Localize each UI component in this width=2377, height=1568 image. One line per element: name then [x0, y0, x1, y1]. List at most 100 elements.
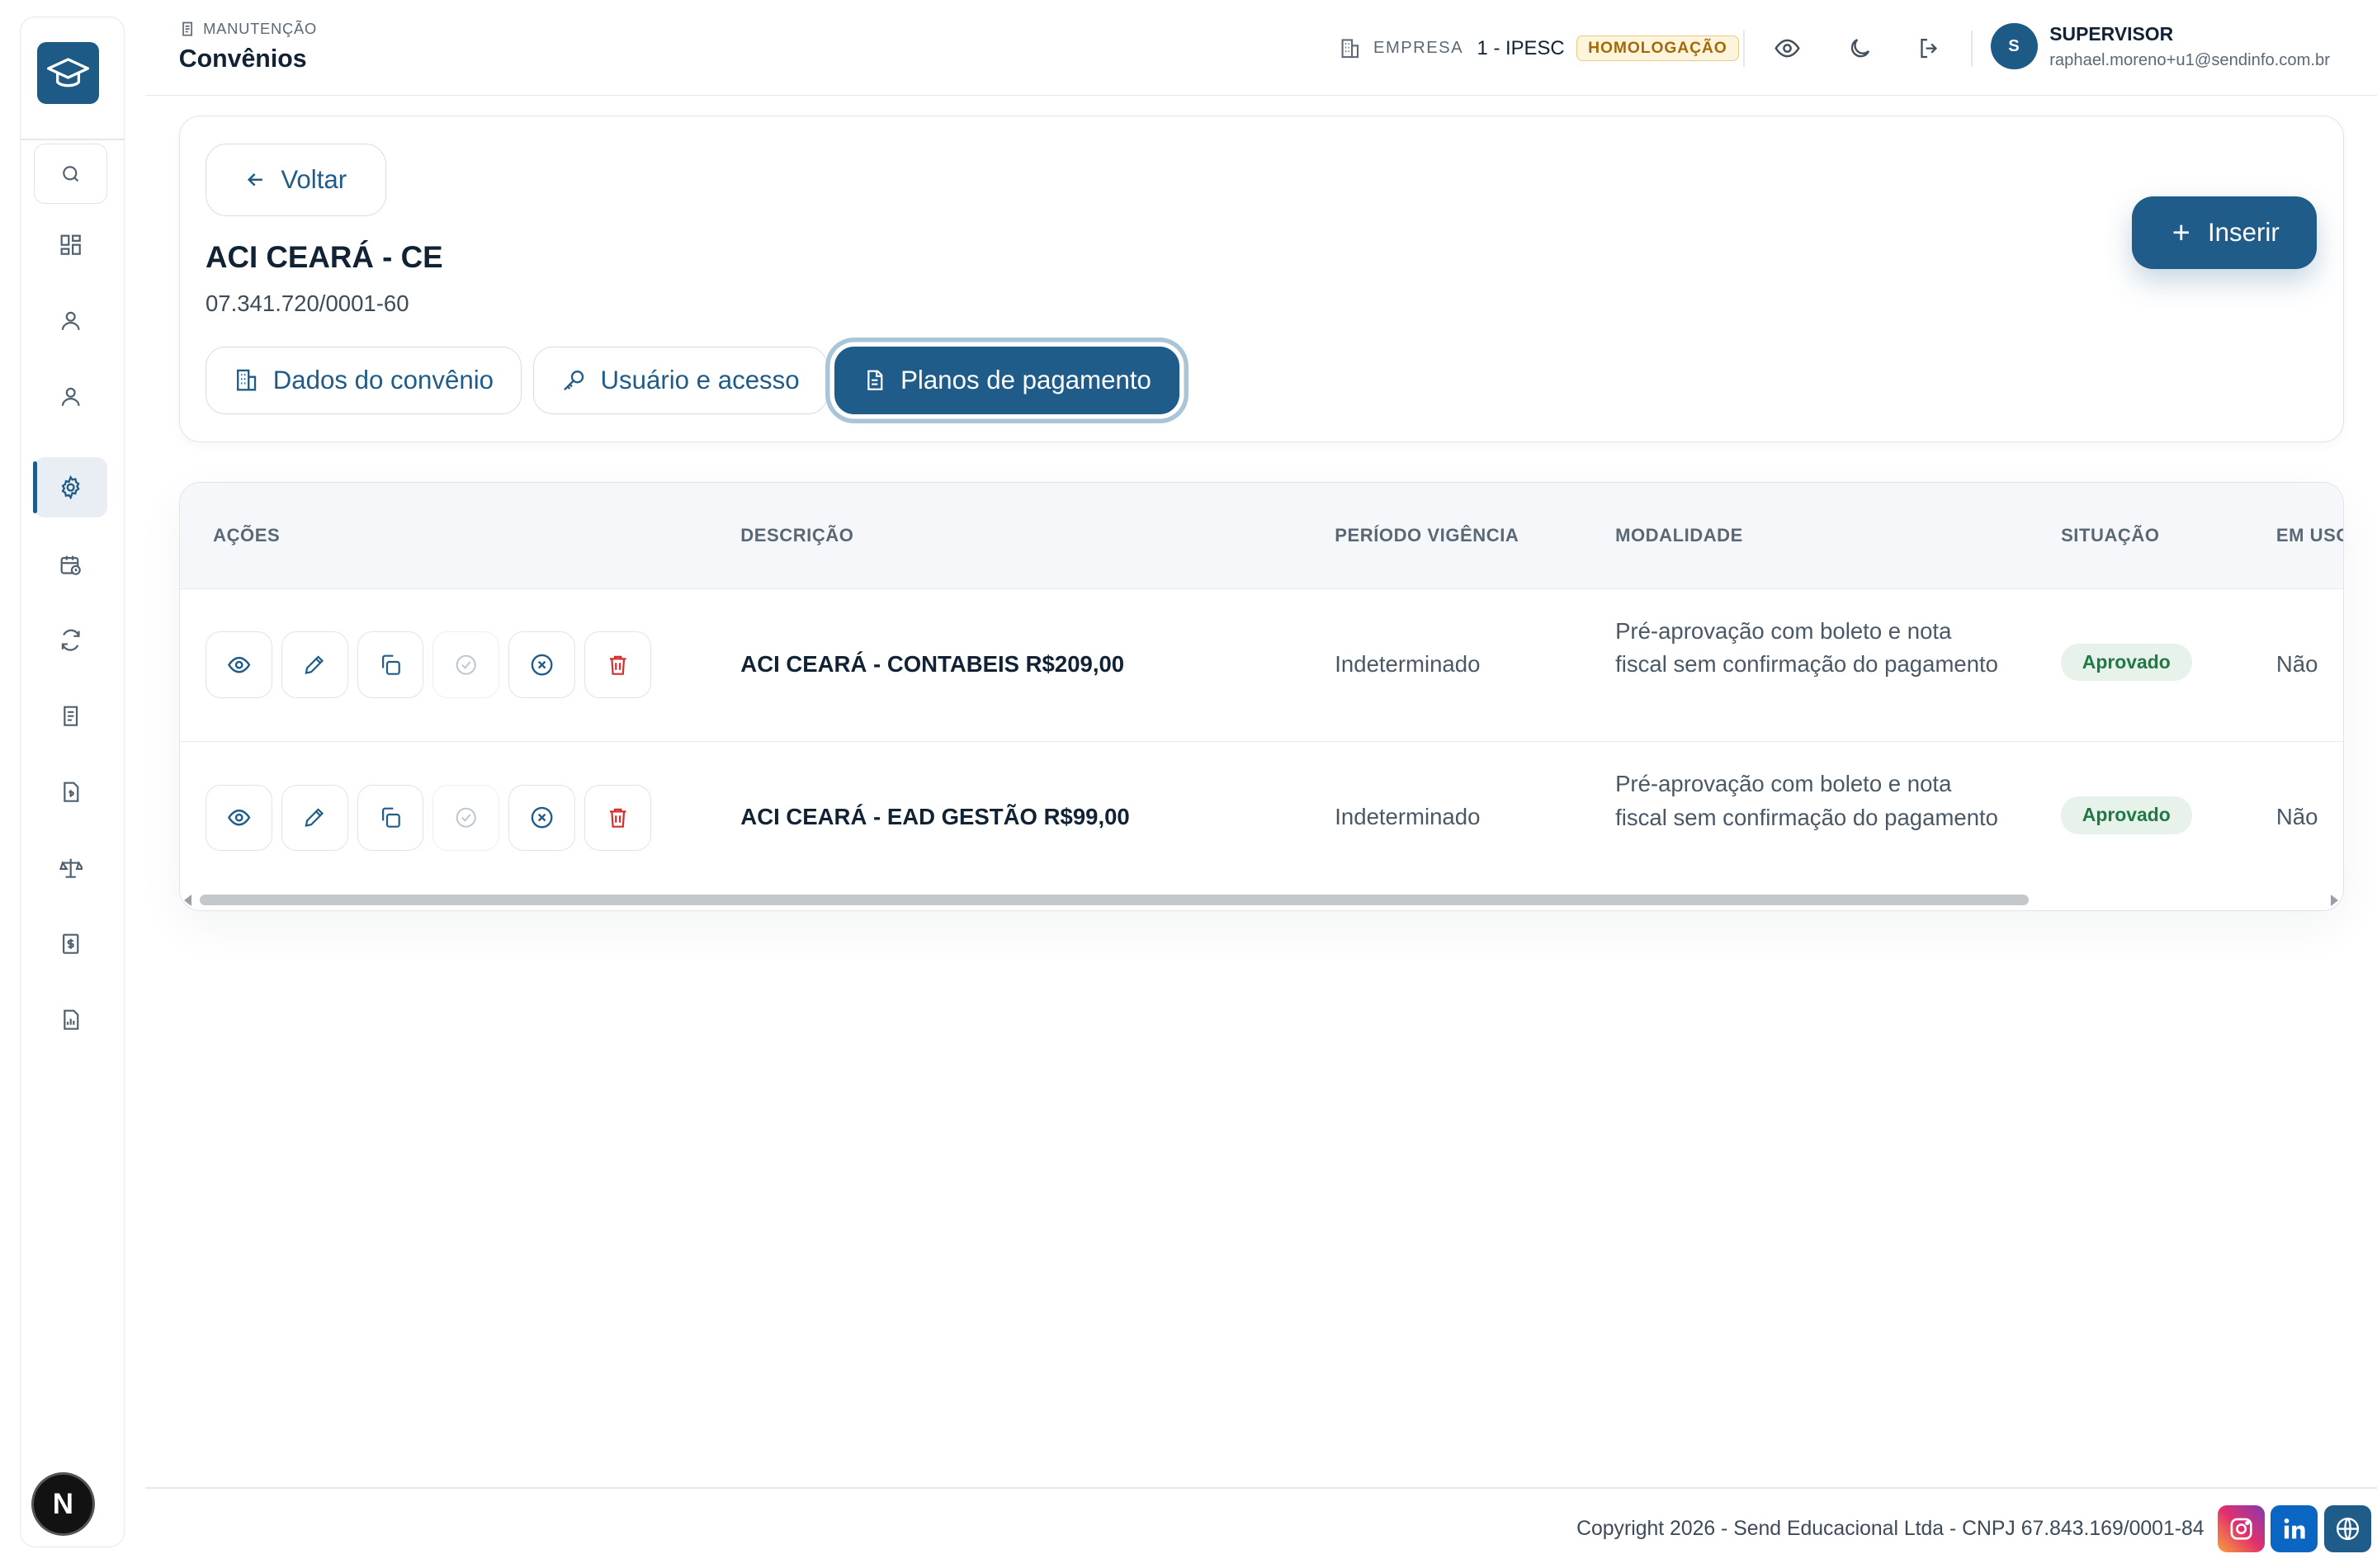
cell-descricao: ACI CEARÁ - EAD GESTÃO R$99,00 [740, 804, 1130, 830]
header-divider [1970, 30, 1973, 67]
plus-icon [2170, 221, 2193, 244]
eye-icon[interactable] [1770, 32, 1803, 65]
back-button[interactable]: Voltar [205, 143, 386, 216]
page-title: Convênios [178, 45, 307, 73]
status-badge: Aprovado [2061, 643, 2192, 682]
scrollbar-thumb[interactable] [199, 895, 2030, 906]
table-header: AÇÕES DESCRIÇÃO PERÍODO VIGÊNCIA MODALID… [179, 483, 2344, 589]
sidebar-item-finance[interactable] [34, 914, 106, 974]
sidebar-item-settings[interactable] [32, 456, 107, 518]
x-circle-icon [529, 652, 555, 678]
sidebar-item-people[interactable] [34, 366, 106, 427]
copy-button[interactable] [357, 631, 424, 698]
tab-usuario-acesso[interactable]: Usuário e acesso [532, 346, 828, 415]
company-value: 1 - IPESC [1477, 36, 1565, 59]
pencil-icon [302, 653, 326, 677]
approve-button[interactable] [432, 631, 500, 698]
user-icon [59, 309, 83, 333]
edit-button[interactable] [281, 631, 348, 698]
globe-icon[interactable] [2323, 1504, 2371, 1552]
moon-icon[interactable] [1843, 32, 1876, 65]
table-row: ACI CEARÁ - EAD GESTÃO R$99,00 Indetermi… [180, 742, 2343, 895]
graduation-cap-icon[interactable] [37, 41, 100, 104]
sidebar-item-billing[interactable] [34, 762, 106, 822]
eye-icon [227, 805, 251, 829]
sidebar-item-reports[interactable] [34, 989, 106, 1050]
sidebar-divider [20, 139, 124, 140]
user-name: SUPERVISOR [2049, 22, 2174, 45]
convenio-card: Voltar ACI CEARÁ - CE 07.341.720/0001-60… [178, 115, 2344, 443]
sidebar-item-legal[interactable] [34, 838, 106, 898]
user-icon [59, 385, 83, 409]
document-icon [179, 21, 196, 37]
scale-icon [59, 856, 83, 880]
approve-button[interactable] [432, 784, 500, 852]
delete-button[interactable] [584, 631, 651, 698]
sidebar: N [19, 17, 125, 1548]
column-header-acoes: AÇÕES [213, 525, 281, 546]
sidebar-item-users[interactable] [34, 290, 106, 351]
edit-button[interactable] [281, 784, 348, 852]
convenio-name: ACI CEARÁ - CE [205, 240, 443, 275]
copy-icon [378, 653, 402, 677]
cell-modalidade: Pré-aprovação com boleto e nota fiscal s… [1615, 771, 1999, 830]
tab-dados-convenio[interactable]: Dados do convênio [205, 346, 522, 415]
sidebar-item-sync[interactable] [34, 610, 106, 670]
trash-icon [606, 653, 630, 677]
reject-button[interactable] [508, 784, 576, 852]
insert-button[interactable]: Inserir [2132, 196, 2318, 270]
avatar[interactable]: S [1990, 22, 2038, 70]
sidebar-item-documents[interactable] [34, 686, 106, 746]
column-header-em-uso: EM USO [2275, 525, 2344, 546]
cell-descricao: ACI CEARÁ - CONTABEIS R$209,00 [740, 650, 1125, 677]
copy-icon [378, 805, 402, 829]
logout-icon[interactable] [1913, 32, 1946, 65]
view-button[interactable] [205, 631, 272, 698]
column-header-modalidade: MODALIDADE [1615, 525, 1743, 546]
tab-label: Dados do convênio [272, 366, 494, 395]
company-selector[interactable]: EMPRESA 1 - IPESC HOMOLOGAÇÃO [1339, 32, 1739, 65]
dollar-receipt-icon [59, 932, 83, 956]
trash-icon [606, 805, 630, 829]
company-label: EMPRESA [1373, 39, 1464, 58]
check-circle-icon [454, 653, 478, 677]
scroll-left-arrow[interactable] [184, 895, 192, 907]
sidebar-search-button[interactable] [34, 143, 107, 205]
reject-button[interactable] [508, 631, 576, 698]
cell-em-uso: Não [2275, 804, 2318, 830]
refresh-icon [59, 628, 83, 652]
user-email: raphael.moreno+u1@sendinfo.com.br [2049, 51, 2330, 70]
cell-em-uso: Não [2275, 650, 2318, 677]
pencil-icon [302, 805, 326, 829]
linkedin-icon[interactable] [2271, 1504, 2318, 1552]
instagram-icon[interactable] [2218, 1504, 2266, 1552]
dashboard-icon [59, 233, 83, 257]
copy-button[interactable] [357, 784, 424, 852]
file-money-icon [59, 780, 83, 804]
column-header-periodo: PERÍODO VIGÊNCIA [1335, 525, 1519, 546]
footer-divider [145, 1486, 2377, 1489]
delete-button[interactable] [584, 784, 651, 852]
sidebar-item-schedule[interactable] [34, 535, 106, 595]
back-button-label: Voltar [281, 164, 347, 194]
footer-copyright: Copyright 2026 - Send Educacional Ltda -… [1576, 1517, 2205, 1540]
cell-periodo: Indeterminado [1335, 650, 1481, 677]
building-icon [234, 367, 259, 393]
column-header-situacao: SITUAÇÃO [2061, 525, 2160, 546]
cell-periodo: Indeterminado [1335, 804, 1481, 830]
arrow-left-icon [244, 168, 267, 191]
report-chart-icon [59, 1008, 83, 1032]
top-header: MANUTENÇÃO Convênios EMPRESA 1 - IPESC H… [145, 0, 2377, 96]
horizontal-scrollbar[interactable] [180, 889, 2343, 910]
breadcrumb: MANUTENÇÃO [179, 20, 317, 38]
status-badge: Aprovado [2061, 796, 2192, 834]
view-button[interactable] [205, 784, 272, 852]
check-circle-icon [454, 805, 478, 829]
sidebar-item-dashboard[interactable] [34, 215, 106, 275]
tab-planos-pagamento[interactable]: Planos de pagamento [834, 346, 1179, 415]
cell-modalidade: Pré-aprovação com boleto e nota fiscal s… [1615, 617, 1999, 678]
next-dev-badge[interactable]: N [31, 1472, 95, 1537]
scroll-right-arrow[interactable] [2331, 895, 2338, 907]
payment-plans-table: AÇÕES DESCRIÇÃO PERÍODO VIGÊNCIA MODALID… [178, 482, 2344, 911]
tab-label: Usuário e acesso [600, 366, 800, 395]
